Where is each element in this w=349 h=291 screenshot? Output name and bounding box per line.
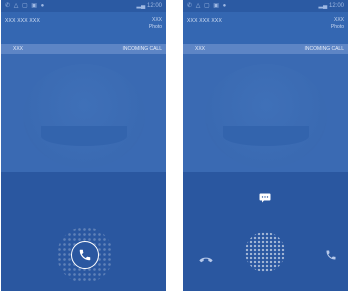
- call-status: INCOMING CALL: [304, 46, 344, 52]
- phone-icon[interactable]: [77, 247, 93, 263]
- caller-details: XXX Photo: [149, 17, 162, 31]
- incoming-call-screen-2: ✆ △ ▢ ▣ ● ▂▄ 12:00 XXX XXX XXX XXX Photo…: [183, 0, 348, 291]
- status-time: ▂▄ 12:00: [318, 3, 344, 9]
- caller-label: XXX: [333, 17, 344, 23]
- caller-number: XXX XXX XXX: [187, 18, 222, 24]
- avatar-shade: [41, 126, 127, 146]
- signal-icon: ▂▄: [136, 3, 146, 9]
- caller-sublabel: Photo: [330, 24, 344, 30]
- caller-avatar: [205, 64, 327, 168]
- call-status: INCOMING CALL: [122, 46, 162, 52]
- incoming-call-screen-1: ✆ △ ▢ ▣ ● ▂▄ 12:00 XXX XXX XXX XXX Photo…: [1, 0, 166, 291]
- signal-icon: ▂▄: [318, 3, 328, 9]
- status-icons-left: ✆ △ ▢ ▣ ●: [187, 3, 228, 9]
- caller-details: XXX Photo: [331, 17, 344, 31]
- caller-photo-area: [183, 54, 348, 172]
- caller-photo-area: [1, 54, 166, 172]
- swipe-handle[interactable]: [245, 232, 285, 272]
- status-time: ▂▄ 12:00: [136, 3, 162, 9]
- phone-icon[interactable]: [325, 248, 337, 260]
- status-bar: ✆ △ ▢ ▣ ● ▂▄ 12:00: [1, 0, 166, 12]
- caller-info: XXX XXX XXX XXX Photo: [1, 12, 166, 44]
- status-icons-left: ✆ △ ▢ ▣ ●: [5, 3, 46, 9]
- caller-number: XXX XXX XXX: [5, 18, 40, 24]
- status-bar: ✆ △ ▢ ▣ ● ▂▄ 12:00: [183, 0, 348, 12]
- call-status-bar: XXX INCOMING CALL: [183, 44, 348, 54]
- hang-up-icon[interactable]: [199, 252, 213, 263]
- caller-avatar: [23, 64, 145, 168]
- caller-sublabel: Photo: [148, 24, 162, 30]
- caller-name: XXX: [13, 46, 24, 52]
- call-status-bar: XXX INCOMING CALL: [1, 44, 166, 54]
- caller-name: XXX: [195, 46, 206, 52]
- caller-label: XXX: [151, 17, 162, 23]
- caller-info: XXX XXX XXX XXX Photo: [183, 12, 348, 44]
- message-icon[interactable]: [259, 190, 271, 203]
- avatar-shade: [223, 126, 309, 146]
